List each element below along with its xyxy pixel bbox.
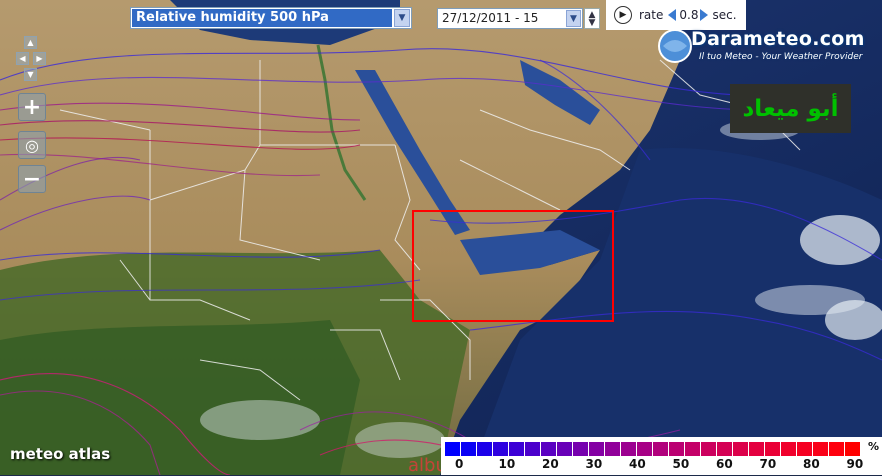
time-stepper[interactable]: ▲ ▼ [584, 8, 600, 29]
scale-swatch [477, 442, 493, 456]
pan-left-button[interactable]: ◀ [16, 52, 29, 65]
scale-label: 10 [498, 457, 516, 471]
pan-up-button[interactable]: ▲ [24, 36, 37, 49]
scale-unit: % [868, 440, 880, 453]
scale-label: 20 [542, 457, 559, 471]
scale-labels: 0 10 20 30 40 50 60 70 80 90 [441, 457, 882, 473]
chevron-down-icon[interactable]: ▼ [566, 10, 581, 27]
arabic-signature-text: أبو ميعاد [742, 95, 839, 122]
scale-swatch [685, 442, 701, 456]
scale-swatch [669, 442, 685, 456]
parameter-select[interactable]: Relative humidity 500 hPa ▼ [130, 7, 412, 29]
scale-label: 70 [759, 457, 777, 471]
globe-icon: ◎ [25, 135, 39, 155]
color-scale-bar [445, 442, 861, 456]
scale-swatch [589, 442, 605, 456]
globe-button[interactable]: ◎ [18, 131, 46, 159]
scale-swatch [557, 442, 573, 456]
site-tagline: Il tuo Meteo - Your Weather Provider [699, 52, 863, 62]
scale-swatch [605, 442, 621, 456]
meteo-atlas-logo: meteo atlas [10, 445, 111, 463]
satellite-map[interactable] [0, 0, 882, 475]
rate-label: rate [639, 8, 664, 22]
scale-swatch [509, 442, 525, 456]
chevron-down-icon[interactable]: ▼ [394, 9, 410, 27]
scale-swatch [717, 442, 733, 456]
rate-value: 0.8 [679, 8, 699, 22]
scale-swatch [621, 442, 637, 456]
scale-swatch [541, 442, 557, 456]
date-select[interactable]: 27/12/2011 - 15 ▼ [437, 8, 583, 29]
parameter-select-value: Relative humidity 500 hPa [132, 9, 392, 27]
humidity-color-scale: % 0 10 20 30 40 50 60 70 80 90 [441, 437, 882, 475]
scale-label: 60 [716, 457, 733, 471]
scale-label: 50 [672, 457, 690, 471]
brand-logo: Darameteo.com Il tuo Meteo - Your Weathe… [655, 26, 877, 68]
scale-swatch [637, 442, 653, 456]
scale-swatch [653, 442, 669, 456]
scale-label: 30 [585, 457, 603, 471]
scale-swatch [493, 442, 509, 456]
scale-swatch [813, 442, 829, 456]
pan-right-button[interactable]: ▶ [33, 52, 46, 65]
scale-swatch [461, 442, 477, 456]
site-name: Darameteo.com [691, 28, 865, 50]
scale-swatch [701, 442, 717, 456]
globe-logo-icon [658, 29, 692, 63]
scale-swatch [797, 442, 813, 456]
scale-label: 80 [803, 457, 820, 471]
scale-swatch [445, 442, 461, 456]
scale-swatch [573, 442, 589, 456]
scale-swatch [845, 442, 861, 456]
scale-swatch [765, 442, 781, 456]
scale-swatch [829, 442, 845, 456]
pan-down-button[interactable]: ▼ [24, 68, 37, 81]
scale-label: 40 [629, 457, 646, 471]
rate-decrease-icon[interactable] [668, 9, 677, 21]
scale-swatch [781, 442, 797, 456]
step-down-icon[interactable]: ▼ [589, 18, 596, 27]
scale-swatch [733, 442, 749, 456]
scale-swatch [749, 442, 765, 456]
zoom-out-button[interactable]: − [18, 165, 46, 193]
scale-label: 0 [455, 457, 464, 471]
play-button[interactable]: ▶ [614, 6, 632, 24]
zoom-in-button[interactable]: + [18, 93, 46, 121]
rate-increase-icon[interactable] [700, 9, 709, 21]
rate-unit: sec. [712, 8, 737, 22]
scale-label: 90 [846, 457, 864, 471]
date-select-value: 27/12/2011 - 15 [442, 11, 539, 25]
scale-swatch [525, 442, 541, 456]
arabic-signature-box: أبو ميعاد [730, 84, 851, 133]
